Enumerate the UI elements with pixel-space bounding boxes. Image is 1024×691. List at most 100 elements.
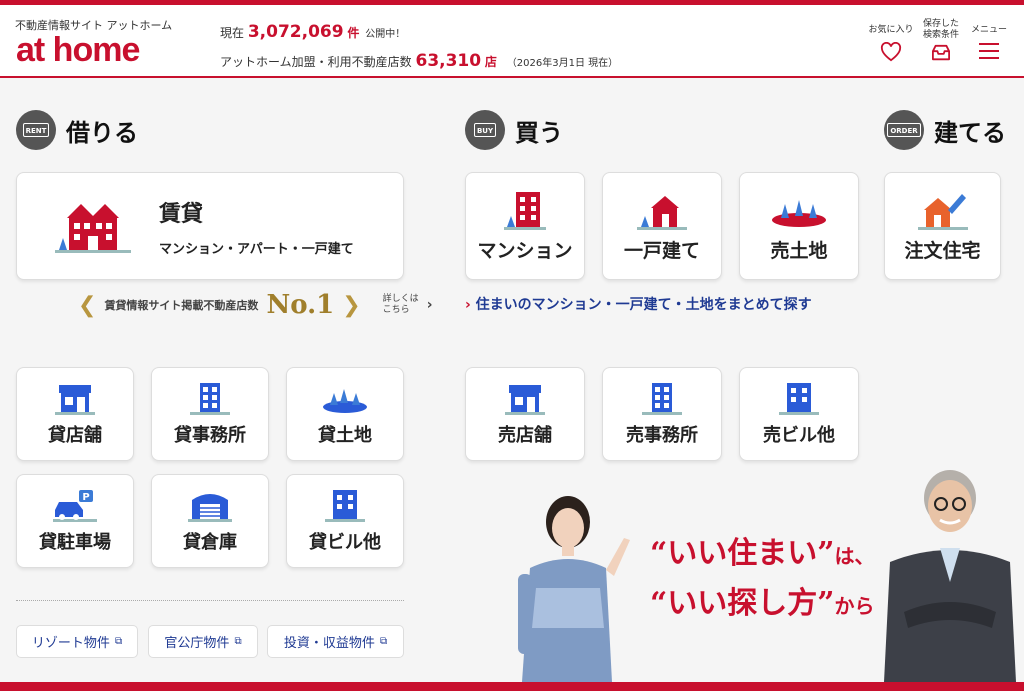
government-link[interactable]: 官公庁物件 ⧉ <box>148 625 258 658</box>
saved-search-button[interactable]: 保存した 検索条件 <box>916 19 966 62</box>
rent-badge-icon: RENT <box>16 110 56 150</box>
external-link-icon: ⧉ <box>234 636 242 647</box>
building-icon <box>779 383 819 415</box>
buy-store-label: 売店舗 <box>498 425 552 446</box>
award-banner[interactable]: ❮ 賃貸情報サイト掲載不動産店数 No.1 ❯ 詳しくは こちら › <box>78 290 432 320</box>
chevron-right-icon: › <box>465 297 476 313</box>
rental-title: 賃貸 <box>159 201 204 227</box>
saved-search-label-2: 検索条件 <box>922 30 959 40</box>
rent-parking-card[interactable]: P 貸駐車場 <box>16 474 134 568</box>
government-link-label: 官公庁物件 <box>164 636 230 651</box>
saved-search-label-1: 保存した <box>922 19 959 29</box>
divider <box>16 600 404 601</box>
investment-link[interactable]: 投資・収益物件 ⧉ <box>267 625 404 658</box>
promo-man-image <box>884 470 1016 682</box>
buy-mansion-card[interactable]: マンション <box>465 172 585 280</box>
resort-link[interactable]: リゾート物件 ⧉ <box>16 625 138 658</box>
favorites-label: お気に入り <box>868 25 914 35</box>
favorites-button[interactable]: お気に入り <box>866 19 916 62</box>
athome-logo[interactable]: at home <box>16 31 140 70</box>
site-stats: 現在 3,072,069 件 公開中！ アットホーム加盟・利用不動産店数 63,… <box>220 19 618 77</box>
buy-building-label: 売ビル他 <box>763 425 835 446</box>
buy-badge-icon: BUY <box>465 110 505 150</box>
order-badge-icon: ORDER <box>884 110 924 150</box>
buy-land-label: 売土地 <box>770 239 828 262</box>
stat-agencies-count: 63,310 <box>415 51 482 71</box>
award-rank: No.1 <box>266 290 335 320</box>
rent-section-title: RENT 借りる <box>16 110 138 150</box>
hamburger-icon <box>979 43 999 59</box>
heart-icon <box>880 42 902 62</box>
menu-label: メニュー <box>970 25 1007 35</box>
buy-section-title: BUY 買う <box>465 110 563 150</box>
stat-agencies-unit: 店 <box>484 55 497 69</box>
award-more-2: こちら <box>382 305 410 315</box>
buy-title: 買う <box>515 118 563 147</box>
bottom-accent-bar <box>0 682 1024 691</box>
promo-woman-image <box>518 496 630 682</box>
rent-parking-label: 貸駐車場 <box>39 532 111 553</box>
car-parking-icon: P <box>53 490 97 522</box>
slogan-line2-small: から <box>834 594 875 618</box>
laurel-right-icon: ❯ <box>342 292 361 318</box>
rental-housing-card[interactable]: 賃貸 マンション・アパート・一戸建て <box>16 172 404 280</box>
promo-slogan: “いい住まい”は、 “いい探し方”から <box>650 530 875 630</box>
rent-office-card[interactable]: 貸事務所 <box>151 367 269 461</box>
storefront-icon <box>505 385 545 415</box>
rent-store-card[interactable]: 貸店舗 <box>16 367 134 461</box>
rent-land-label: 貸土地 <box>318 425 372 446</box>
custom-house-card[interactable]: 注文住宅 <box>884 172 1001 280</box>
land-plot-icon <box>772 199 826 227</box>
rental-subtitle: マンション・アパート・一戸建て <box>159 241 354 257</box>
rent-warehouse-label: 貸倉庫 <box>183 532 237 553</box>
buy-mansion-label: マンション <box>477 239 573 262</box>
buy-office-label: 売事務所 <box>626 425 698 446</box>
resort-link-label: リゾート物件 <box>31 636 110 651</box>
award-text: 賃貸情報サイト掲載不動産店数 <box>104 299 259 312</box>
external-link-icon: ⧉ <box>114 636 123 647</box>
office-building-icon <box>190 383 230 415</box>
slogan-line2: “いい探し方” <box>650 586 835 621</box>
buy-building-card[interactable]: 売ビル他 <box>739 367 859 461</box>
buy-house-label: 一戸建て <box>623 239 700 262</box>
bulk-search-link[interactable]: › 住まいのマンション・一戸建て・土地をまとめて探す <box>465 294 812 314</box>
rent-land-card[interactable]: 貸土地 <box>286 367 404 461</box>
slogan-line1-small: は、 <box>834 544 875 568</box>
slogan-line1: “いい住まい” <box>650 536 835 571</box>
rent-title: 借りる <box>66 118 138 147</box>
storefront-icon <box>55 385 95 415</box>
build-section-title: ORDER 建てる <box>884 110 1006 150</box>
rent-office-label: 貸事務所 <box>174 425 246 446</box>
stat-agencies-prefix: アットホーム加盟・利用不動産店数 <box>220 55 412 69</box>
buy-land-card[interactable]: 売土地 <box>739 172 859 280</box>
site-header: 不動産情報サイト アットホーム at home 現在 3,072,069 件 公… <box>0 5 1024 78</box>
buy-house-card[interactable]: 一戸建て <box>602 172 722 280</box>
condo-building-icon <box>504 191 546 230</box>
rent-building-card[interactable]: 貸ビル他 <box>286 474 404 568</box>
office-building-icon <box>642 383 682 415</box>
laurel-left-icon: ❮ <box>78 292 97 318</box>
warehouse-icon <box>188 494 232 522</box>
chevron-right-icon: › <box>426 297 433 313</box>
award-more-link[interactable]: 詳しくは こちら <box>383 294 419 316</box>
building-icon <box>325 490 365 522</box>
rent-warehouse-card[interactable]: 貸倉庫 <box>151 474 269 568</box>
stat-listings-prefix: 現在 <box>220 26 245 40</box>
apartment-building-icon <box>55 204 131 253</box>
house-icon <box>637 195 687 230</box>
land-plot-icon <box>323 389 367 413</box>
buy-office-card[interactable]: 売事務所 <box>602 367 722 461</box>
stat-listings-suffix: 公開中！ <box>365 29 406 40</box>
build-title: 建てる <box>934 118 1006 147</box>
buy-store-card[interactable]: 売店舗 <box>465 367 585 461</box>
award-more-1: 詳しくは <box>382 294 419 304</box>
stat-listings-unit: 件 <box>347 26 360 40</box>
stat-date: （2026年3月1日 現在） <box>506 58 619 69</box>
menu-button[interactable]: メニュー <box>964 19 1014 60</box>
bulk-search-label: 住まいのマンション・一戸建て・土地をまとめて探す <box>475 297 812 313</box>
rent-building-label: 貸ビル他 <box>309 532 381 553</box>
stat-listings-count: 3,072,069 <box>247 22 344 42</box>
custom-house-icon <box>917 193 968 230</box>
svg-text:P: P <box>82 492 89 503</box>
external-link-icon: ⧉ <box>379 636 388 647</box>
